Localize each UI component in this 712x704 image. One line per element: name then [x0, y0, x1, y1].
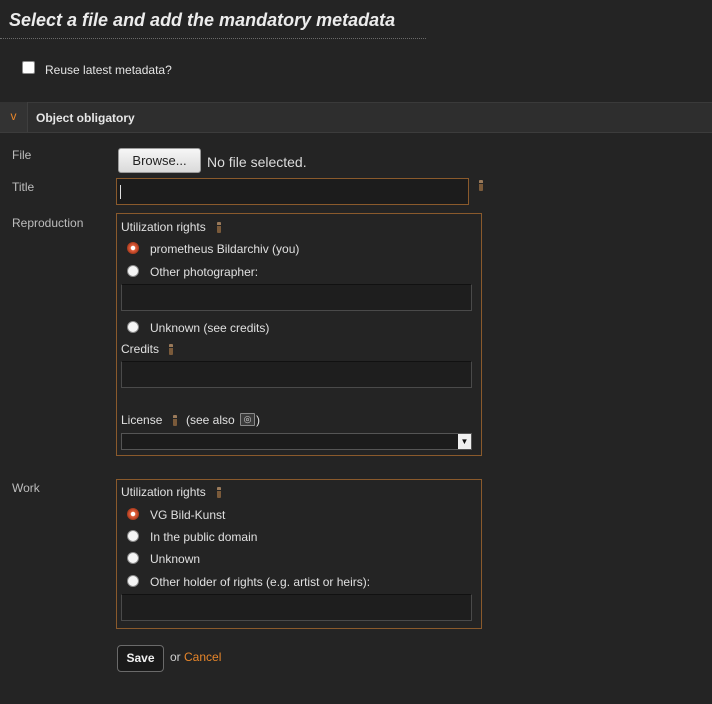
option-other-holder-label[interactable]: Other holder of rights (e.g. artist or h… [150, 575, 370, 589]
option-vg-bild-kunst-label[interactable]: VG Bild-Kunst [150, 508, 225, 522]
text-caret [120, 185, 121, 199]
title-input[interactable] [116, 178, 469, 205]
option-other-photographer-label[interactable]: Other photographer: [150, 265, 258, 279]
save-button[interactable]: Save [117, 645, 164, 672]
work-rights-info-icon[interactable] [217, 487, 221, 498]
cancel-link[interactable]: Cancel [184, 650, 221, 664]
browse-button[interactable]: Browse... [118, 148, 201, 173]
other-photographer-input[interactable] [121, 284, 472, 311]
title-info-icon[interactable] [479, 180, 483, 191]
license-label: License [121, 413, 163, 427]
radio-other-photographer[interactable] [127, 265, 139, 277]
radio-unknown-credits[interactable] [127, 321, 139, 333]
radio-vg-bild-kunst[interactable] [127, 508, 139, 520]
option-unknown-label[interactable]: Unknown [150, 552, 200, 566]
reproduction-label: Reproduction [12, 216, 84, 230]
work-label: Work [12, 481, 40, 495]
page-title: Select a file and add the mandatory meta… [9, 10, 396, 30]
radio-other-holder[interactable] [127, 575, 139, 587]
collapse-chevron-icon[interactable]: v [0, 102, 28, 132]
see-also-prefix: (see also [186, 413, 235, 427]
file-status: No file selected. [207, 154, 307, 170]
credits-input[interactable] [121, 361, 472, 388]
option-unknown-credits-label[interactable]: Unknown (see credits) [150, 321, 269, 335]
radio-unknown[interactable] [127, 552, 139, 564]
other-holder-input[interactable] [121, 594, 472, 621]
title-label: Title [12, 180, 35, 194]
radio-public-domain[interactable] [127, 530, 139, 542]
option-public-domain-label[interactable]: In the public domain [150, 530, 257, 544]
see-also-suffix: ) [256, 413, 260, 427]
credits-label: Credits [121, 342, 160, 356]
external-link-icon[interactable]: ◎ [240, 413, 255, 426]
license-info-icon[interactable] [173, 415, 177, 426]
reproduction-rights-info-icon[interactable] [217, 222, 221, 233]
option-prometheus-label[interactable]: prometheus Bildarchiv (you) [150, 242, 299, 256]
credits-info-icon[interactable] [169, 344, 173, 355]
dropdown-arrow-icon[interactable]: ▼ [458, 434, 471, 449]
work-rights-label: Utilization rights [121, 485, 206, 499]
license-select[interactable] [121, 433, 472, 450]
section-title[interactable]: Object obligatory [36, 111, 135, 125]
file-label: File [12, 148, 32, 162]
radio-prometheus[interactable] [127, 242, 139, 254]
reuse-metadata-label: Reuse latest metadata? [45, 63, 172, 77]
reuse-metadata-checkbox[interactable] [22, 61, 35, 74]
or-text: or [170, 650, 181, 664]
title-divider [0, 38, 426, 39]
reproduction-rights-label: Utilization rights [121, 220, 206, 234]
